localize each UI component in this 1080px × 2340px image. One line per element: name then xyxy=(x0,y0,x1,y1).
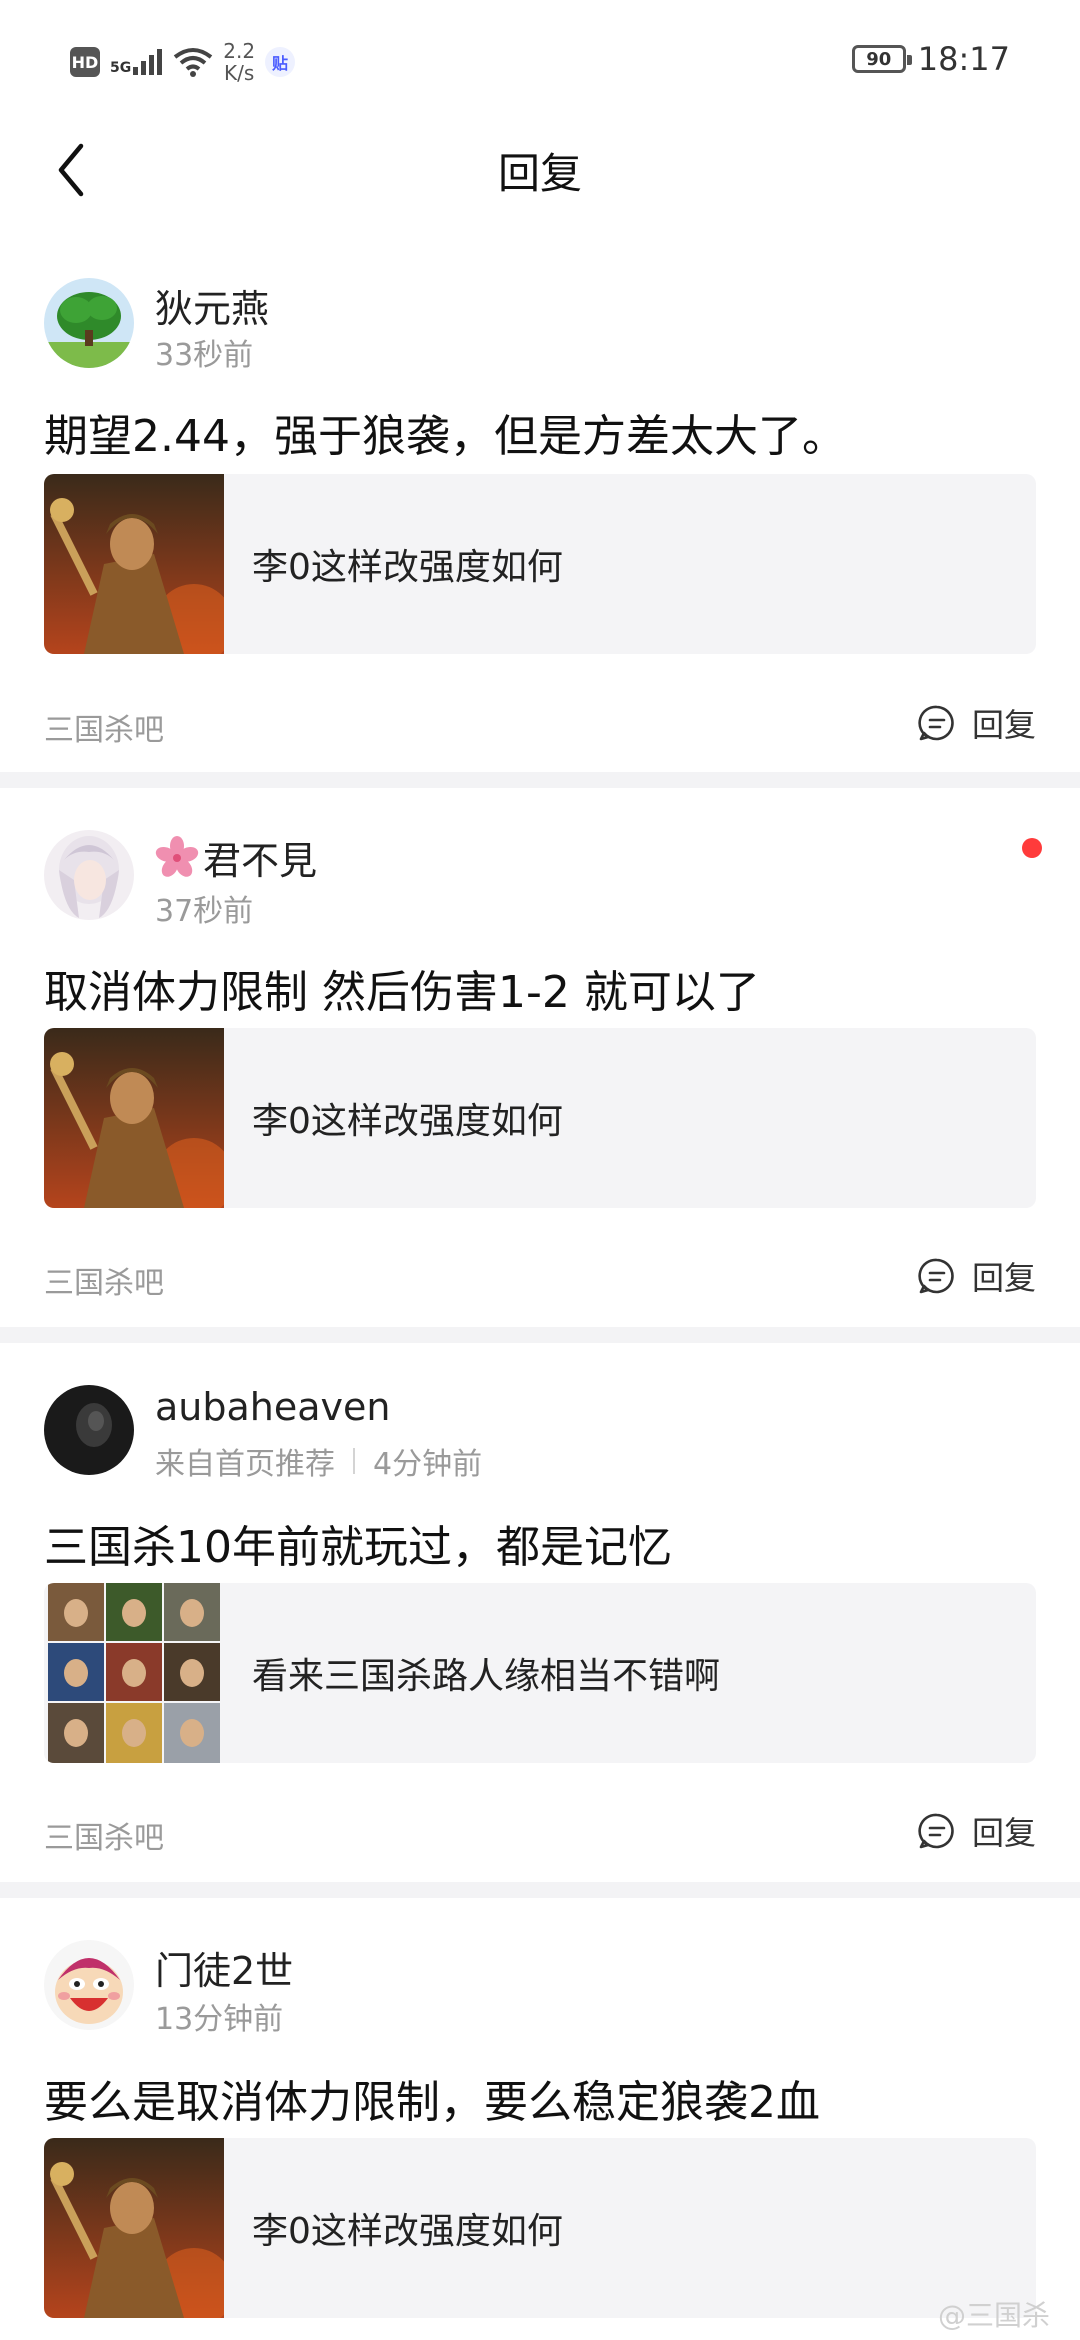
avatar[interactable] xyxy=(44,1940,134,2030)
warrior-thumbnail xyxy=(44,1028,224,1208)
reply-content[interactable]: 三国杀10年前就玩过，都是记忆 xyxy=(44,1511,1036,1575)
reply-time: 37秒前 xyxy=(155,894,254,929)
sakura-badge-icon xyxy=(155,835,199,877)
battery-icon: 90 xyxy=(851,45,912,73)
clock: 18:17 xyxy=(917,40,1010,78)
watermark: @三国杀 xyxy=(937,2299,1050,2332)
tieba-app-icon: 贴 xyxy=(265,47,296,77)
reply-card[interactable]: 君不見 37秒前 取消体力限制 然后伤害1-2 就可以了 李0这样改强度如何 三… xyxy=(0,788,1080,1325)
divider xyxy=(0,1882,1080,1898)
quoted-post[interactable]: 李0这样改强度如何 xyxy=(44,474,1036,654)
reply-content[interactable]: 期望2.44，强于狼袭，但是方差太大了。 xyxy=(44,400,1036,464)
username[interactable]: 狄元燕 xyxy=(155,278,269,333)
comment-icon xyxy=(918,1258,954,1294)
reply-source: 来自首页推荐 xyxy=(155,1447,335,1482)
reply-content[interactable]: 取消体力限制 然后伤害1-2 就可以了 xyxy=(44,956,1036,1020)
reply-label: 回复 xyxy=(971,1814,1036,1852)
tree-avatar-image xyxy=(44,278,134,368)
username[interactable]: 君不見 xyxy=(155,830,317,885)
page-title: 回复 xyxy=(497,149,582,198)
reply-meta: 来自首页推荐 4分钟前 xyxy=(155,1439,482,1483)
network-type-label: 5G xyxy=(110,60,132,76)
battery-level: 90 xyxy=(866,48,892,70)
reply-meta: 13分钟前 xyxy=(155,1994,283,2038)
reply-time: 4分钟前 xyxy=(373,1447,483,1482)
network-speed: 2.2 K/s xyxy=(223,40,255,84)
signal-icon: 5G xyxy=(110,49,163,75)
divider xyxy=(0,772,1080,788)
quoted-post-title: 李0这样改强度如何 xyxy=(252,2211,563,2252)
reply-time: 13分钟前 xyxy=(155,2002,284,2037)
forum-link[interactable]: 三国杀吧 xyxy=(44,1258,164,1302)
speed-unit: K/s xyxy=(224,61,255,85)
forum-link[interactable]: 三国杀吧 xyxy=(44,1813,164,1857)
cartoon-avatar-image xyxy=(44,1940,134,2030)
reply-meta: 33秒前 xyxy=(155,330,253,374)
reply-button[interactable]: 回复 xyxy=(918,1808,1036,1854)
username[interactable]: 门徒2世 xyxy=(155,1940,293,1995)
reply-label: 回复 xyxy=(971,706,1036,744)
warrior-thumbnail xyxy=(44,474,224,654)
nav-bar: 回复 xyxy=(0,110,1080,230)
quoted-post-title: 李0这样改强度如何 xyxy=(252,547,563,588)
quoted-post[interactable]: 李0这样改强度如何 xyxy=(44,1028,1036,1208)
avatar[interactable] xyxy=(44,830,134,920)
reply-button[interactable]: 回复 xyxy=(918,700,1036,746)
dark-avatar-image xyxy=(44,1385,134,1475)
username[interactable]: aubaheaven xyxy=(155,1385,390,1429)
meta-separator xyxy=(353,1448,355,1474)
reply-card[interactable]: aubaheaven 来自首页推荐 4分钟前 三国杀10年前就玩过，都是记忆 看… xyxy=(0,1343,1080,1880)
reply-time: 33秒前 xyxy=(155,338,254,373)
hero-grid-thumbnail xyxy=(44,1583,224,1763)
reply-card[interactable]: 门徒2世 13分钟前 要么是取消体力限制，要么稳定狼袭2血 李0这样改强度如何 xyxy=(0,1898,1080,2340)
divider xyxy=(0,1327,1080,1343)
anime-girl-avatar-image xyxy=(44,830,134,920)
quoted-post[interactable]: 看来三国杀路人缘相当不错啊 xyxy=(44,1583,1036,1763)
unread-indicator xyxy=(1022,838,1042,858)
reply-meta: 37秒前 xyxy=(155,886,253,930)
reply-label: 回复 xyxy=(971,1259,1036,1297)
warrior-thumbnail xyxy=(44,2138,224,2318)
quoted-post-title: 李0这样改强度如何 xyxy=(252,1101,563,1142)
comment-icon xyxy=(918,1813,954,1849)
wifi-icon xyxy=(174,48,213,77)
reply-content[interactable]: 要么是取消体力限制，要么稳定狼袭2血 xyxy=(44,2066,1036,2130)
forum-link[interactable]: 三国杀吧 xyxy=(44,705,164,749)
reply-button[interactable]: 回复 xyxy=(918,1253,1036,1299)
avatar[interactable] xyxy=(44,1385,134,1475)
reply-card[interactable]: 狄元燕 33秒前 期望2.44，强于狼袭，但是方差太大了。 李0这样改强度如何 … xyxy=(0,260,1080,770)
quoted-post[interactable]: 李0这样改强度如何 xyxy=(44,2138,1036,2318)
username-text: 君不見 xyxy=(203,839,318,883)
comment-icon xyxy=(918,705,954,741)
speed-value: 2.2 xyxy=(223,39,256,63)
quoted-post-title: 看来三国杀路人缘相当不错啊 xyxy=(252,1656,721,1697)
hd-icon: HD xyxy=(70,47,100,77)
status-bar: HD 5G 2.2 K/s 贴 90 18:17 xyxy=(0,0,1080,110)
avatar[interactable] xyxy=(44,278,134,368)
